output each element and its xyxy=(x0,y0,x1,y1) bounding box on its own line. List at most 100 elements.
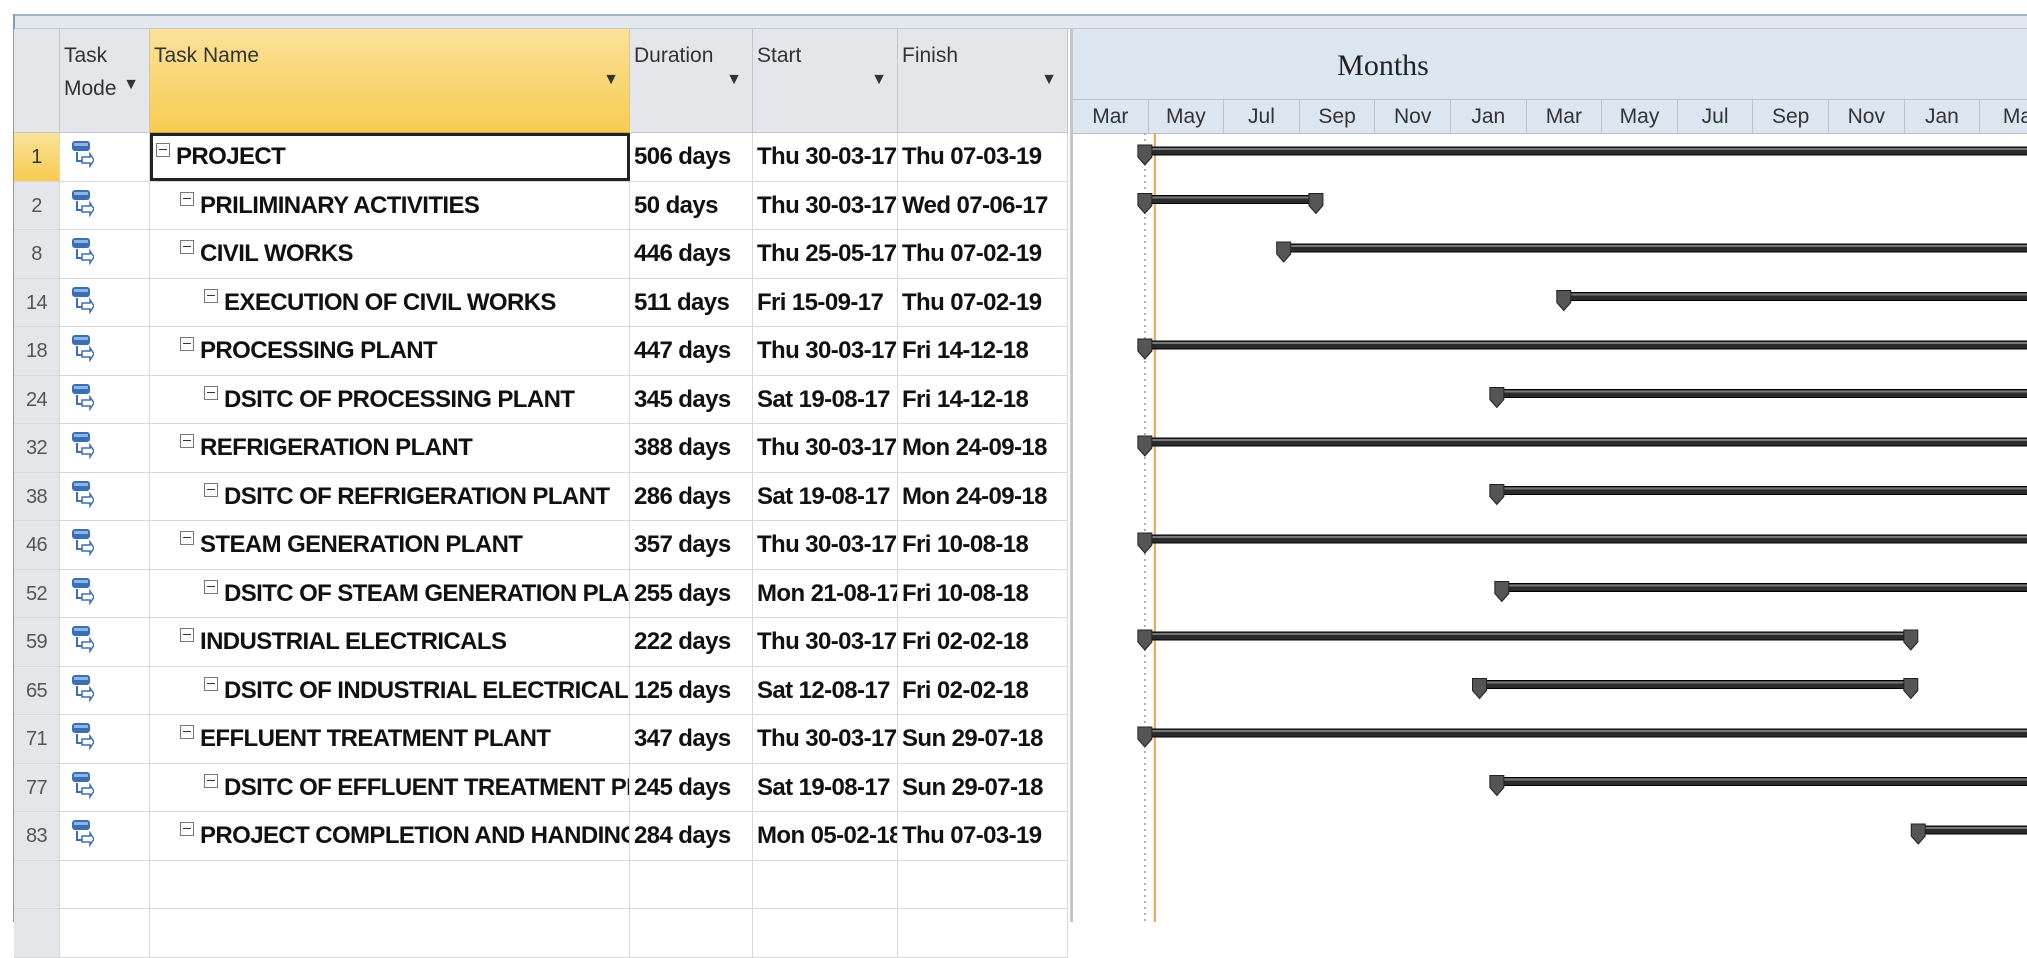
start-cell[interactable]: Thu 30-03-17 xyxy=(753,327,898,375)
task-mode-cell[interactable] xyxy=(60,133,150,181)
start-cell[interactable]: Thu 30-03-17 xyxy=(753,424,898,472)
header-task-name[interactable]: Task Name ▼ xyxy=(150,29,630,133)
task-name-cell[interactable]: EFFLUENT TREATMENT PLANT xyxy=(150,715,630,763)
duration-cell[interactable]: 447 days xyxy=(630,327,753,375)
collapse-minus-icon[interactable] xyxy=(204,482,218,497)
summary-bar[interactable] xyxy=(1556,290,2027,312)
filter-dropdown-icon[interactable]: ▼ xyxy=(871,71,887,89)
finish-cell[interactable]: Fri 14-12-18 xyxy=(898,327,1068,375)
collapse-minus-icon[interactable] xyxy=(204,288,218,303)
finish-cell[interactable]: Fri 02-02-18 xyxy=(898,666,1068,714)
task-name-cell[interactable]: CIVIL WORKS xyxy=(150,230,630,278)
finish-cell[interactable]: Mon 24-09-18 xyxy=(898,424,1068,472)
summary-bar[interactable] xyxy=(1472,678,1919,700)
filter-dropdown-icon[interactable]: ▼ xyxy=(1041,71,1057,89)
empty-cell[interactable] xyxy=(150,860,630,908)
duration-cell[interactable]: 125 days xyxy=(630,666,753,714)
task-mode-cell[interactable] xyxy=(60,521,150,569)
empty-cell[interactable] xyxy=(753,909,898,957)
summary-bar[interactable] xyxy=(1910,823,2027,845)
collapse-minus-icon[interactable] xyxy=(180,725,194,739)
table-row[interactable]: 59 INDUSTRIAL ELECTRICALS 222 days Thu 30-0… xyxy=(14,618,1068,667)
table-row[interactable]: 24 DSITC OF PROCESSING PLANT 345 days Sat 1… xyxy=(14,375,1068,424)
task-mode-cell[interactable] xyxy=(60,763,150,811)
duration-cell[interactable]: 255 days xyxy=(630,569,753,617)
row-id-cell[interactable]: 24 xyxy=(14,375,60,423)
row-id-cell[interactable]: 71 xyxy=(14,715,60,763)
empty-cell[interactable] xyxy=(60,860,150,908)
empty-row[interactable] xyxy=(14,909,1068,958)
task-name-cell[interactable]: PROJECT xyxy=(150,133,630,181)
header-select-all[interactable] xyxy=(14,29,60,133)
collapse-minus-icon[interactable] xyxy=(180,531,194,545)
summary-bar[interactable] xyxy=(1489,775,2027,797)
empty-cell[interactable] xyxy=(753,860,898,908)
collapse-minus-icon[interactable] xyxy=(204,385,218,400)
collapse-minus-icon[interactable] xyxy=(204,773,218,788)
header-task-mode[interactable]: Task Mode ▼ xyxy=(60,29,150,133)
task-mode-cell[interactable] xyxy=(60,375,150,423)
start-cell[interactable]: Mon 21-08-17 xyxy=(753,569,898,617)
finish-cell[interactable]: Thu 07-03-19 xyxy=(898,812,1068,860)
finish-cell[interactable]: Mon 24-09-18 xyxy=(898,472,1068,520)
duration-cell[interactable]: 50 days xyxy=(630,181,753,229)
row-id-cell[interactable]: 32 xyxy=(14,424,60,472)
start-cell[interactable]: Mon 05-02-18 xyxy=(753,812,898,860)
task-mode-cell[interactable] xyxy=(60,666,150,714)
finish-cell[interactable]: Thu 07-03-19 xyxy=(898,133,1068,181)
row-id-cell[interactable]: 59 xyxy=(14,618,60,666)
collapse-minus-icon[interactable] xyxy=(204,676,218,691)
collapse-minus-icon[interactable] xyxy=(180,434,194,448)
header-finish[interactable]: Finish ▼ xyxy=(898,29,1068,133)
task-name-cell[interactable]: REFRIGERATION PLANT xyxy=(150,424,630,472)
task-mode-cell[interactable] xyxy=(60,230,150,278)
empty-cell[interactable] xyxy=(630,909,753,957)
task-mode-cell[interactable] xyxy=(60,569,150,617)
row-id-cell[interactable]: 52 xyxy=(14,569,60,617)
empty-cell[interactable] xyxy=(630,860,753,908)
duration-cell[interactable]: 286 days xyxy=(630,472,753,520)
table-row[interactable]: 14 EXECUTION OF CIVIL WORKS 511 days Fri 15… xyxy=(14,278,1068,327)
collapse-minus-icon[interactable] xyxy=(204,579,218,594)
collapse-minus-icon[interactable] xyxy=(180,628,194,642)
duration-cell[interactable]: 345 days xyxy=(630,375,753,423)
task-name-cell[interactable]: STEAM GENERATION PLANT xyxy=(150,521,630,569)
table-row[interactable]: 46 STEAM GENERATION PLANT 357 days Thu 30-0… xyxy=(14,521,1068,570)
row-id-cell[interactable]: 18 xyxy=(14,327,60,375)
start-cell[interactable]: Thu 30-03-17 xyxy=(753,521,898,569)
table-row[interactable]: 1 PROJECT 506 days Thu 30-03-17 Thu 07-03-19 xyxy=(14,133,1068,182)
collapse-minus-icon[interactable] xyxy=(180,822,194,836)
task-mode-cell[interactable] xyxy=(60,812,150,860)
row-id-cell[interactable]: 14 xyxy=(14,278,60,326)
summary-bar[interactable] xyxy=(1489,387,2027,409)
task-name-cell[interactable]: DSITC OF REFRIGERATION PLANT xyxy=(150,472,630,520)
duration-cell[interactable]: 357 days xyxy=(630,521,753,569)
duration-cell[interactable]: 446 days xyxy=(630,230,753,278)
task-name-cell[interactable]: INDUSTRIAL ELECTRICALS xyxy=(150,618,630,666)
task-name-cell[interactable]: PROJECT COMPLETION AND HANDING OVER xyxy=(150,812,630,860)
table-row[interactable]: 71 EFFLUENT TREATMENT PLANT 347 days Thu 30… xyxy=(14,715,1068,764)
table-row[interactable]: 38 DSITC OF REFRIGERATION PLANT 286 days Sa… xyxy=(14,472,1068,521)
task-mode-cell[interactable] xyxy=(60,618,150,666)
empty-cell[interactable] xyxy=(898,909,1068,957)
start-cell[interactable]: Sat 19-08-17 xyxy=(753,375,898,423)
duration-cell[interactable]: 511 days xyxy=(630,278,753,326)
start-cell[interactable]: Sat 19-08-17 xyxy=(753,763,898,811)
start-cell[interactable]: Thu 30-03-17 xyxy=(753,133,898,181)
task-name-cell[interactable]: DSITC OF EFFLUENT TREATMENT PLANT xyxy=(150,763,630,811)
empty-cell[interactable] xyxy=(150,909,630,957)
finish-cell[interactable]: Sun 29-07-18 xyxy=(898,715,1068,763)
header-start[interactable]: Start ▼ xyxy=(753,29,898,133)
task-name-cell[interactable]: PROCESSING PLANT xyxy=(150,327,630,375)
row-id-cell[interactable]: 38 xyxy=(14,472,60,520)
table-row[interactable]: 65 DSITC OF INDUSTRIAL ELECTRICAL WORKS12… xyxy=(14,666,1068,715)
start-cell[interactable]: Thu 30-03-17 xyxy=(753,715,898,763)
start-cell[interactable]: Thu 30-03-17 xyxy=(753,618,898,666)
task-mode-cell[interactable] xyxy=(60,278,150,326)
filter-dropdown-icon[interactable]: ▼ xyxy=(603,71,619,89)
finish-cell[interactable]: Fri 02-02-18 xyxy=(898,618,1068,666)
filter-dropdown-icon[interactable]: ▼ xyxy=(123,76,139,94)
collapse-minus-icon[interactable] xyxy=(156,143,170,157)
finish-cell[interactable]: Fri 14-12-18 xyxy=(898,375,1068,423)
empty-cell[interactable] xyxy=(14,860,60,908)
